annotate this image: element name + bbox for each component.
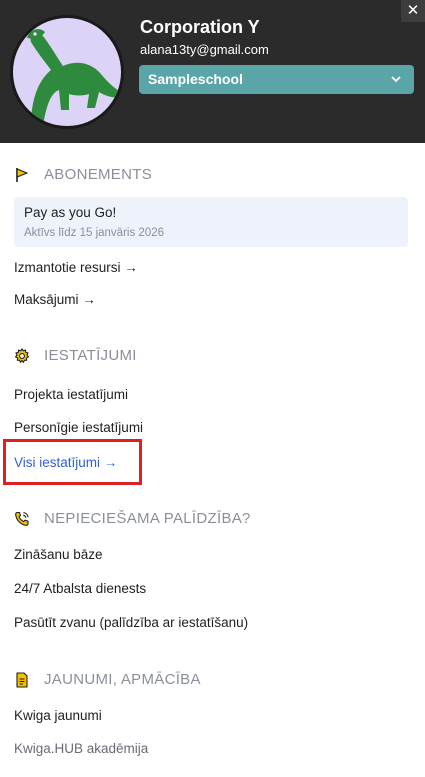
section-settings-label: IESTATĪJUMI bbox=[44, 347, 137, 364]
section-settings-title: IESTATĪJUMI bbox=[14, 347, 137, 364]
personal-settings-link[interactable]: Personīgie iestatījumi bbox=[14, 420, 143, 435]
academy-link[interactable]: Kwiga.HUB akadēmija bbox=[14, 741, 148, 756]
close-icon[interactable]: ✕ bbox=[407, 2, 420, 19]
section-news-title: JAUNUMI, APMĀCĪBA bbox=[14, 671, 201, 688]
highlight-box bbox=[3, 439, 142, 485]
chevron-down-icon bbox=[390, 65, 402, 105]
avatar[interactable] bbox=[10, 15, 124, 129]
school-select[interactable]: Sampleschool bbox=[139, 65, 414, 94]
plan-status: Aktīvs līdz 15 janvāris 2026 bbox=[24, 227, 164, 239]
document-icon bbox=[14, 671, 30, 688]
order-call-link[interactable]: Pasūtīt zvanu (palīdzība ar iestatīšanu) bbox=[14, 615, 248, 630]
used-resources-link[interactable]: Izmantotie resursi → bbox=[14, 260, 138, 275]
payments-link[interactable]: Maksājumi → bbox=[14, 292, 96, 307]
phone-icon bbox=[14, 511, 30, 527]
gear-icon bbox=[14, 347, 30, 364]
project-settings-link[interactable]: Projekta iestatījumi bbox=[14, 387, 128, 402]
section-subscription-title: ABONEMENTS bbox=[14, 166, 152, 183]
profile-header: ✕ Corporation Y alana13ty@gmail.com Samp… bbox=[0, 0, 425, 143]
support-link[interactable]: 24/7 Atbalsta dienests bbox=[14, 581, 146, 596]
section-help-title: NEPIECIEŠAMA PALĪDZĪBA? bbox=[14, 510, 251, 527]
plan-name: Pay as you Go! bbox=[24, 205, 117, 220]
section-news-label: JAUNUMI, APMĀCĪBA bbox=[44, 671, 201, 688]
kwiga-news-link[interactable]: Kwiga jaunumi bbox=[14, 708, 102, 723]
section-help-label: NEPIECIEŠAMA PALĪDZĪBA? bbox=[44, 510, 251, 527]
dinosaur-icon bbox=[27, 29, 121, 126]
close-button[interactable]: ✕ bbox=[401, 0, 425, 22]
school-select-value: Sampleschool bbox=[148, 71, 243, 87]
section-subscription-label: ABONEMENTS bbox=[44, 166, 153, 183]
flag-icon bbox=[14, 167, 30, 183]
user-email: alana13ty@gmail.com bbox=[140, 42, 269, 57]
company-name: Corporation Y bbox=[140, 17, 260, 37]
knowledge-base-link[interactable]: Zināšanu bāze bbox=[14, 547, 103, 562]
plan-card: Pay as you Go! Aktīvs līdz 15 janvāris 2… bbox=[14, 197, 408, 247]
